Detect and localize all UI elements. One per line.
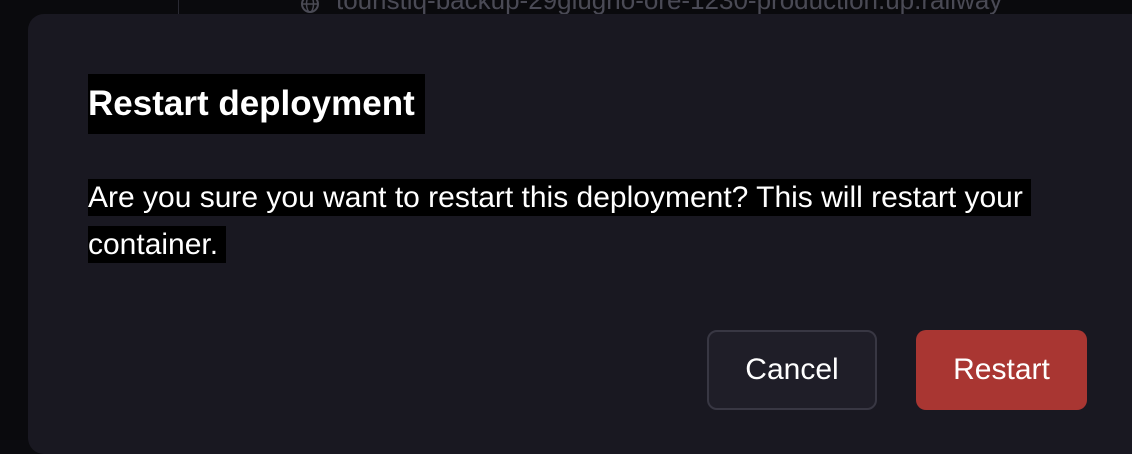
globe-icon [300, 0, 320, 13]
restart-deployment-dialog: Restart deployment Are you sure you want… [28, 14, 1132, 454]
restart-button[interactable]: Restart [916, 330, 1087, 410]
dialog-title: Restart deployment [88, 74, 425, 134]
dialog-message: Are you sure you want to restart this de… [88, 174, 1088, 268]
dialog-message-text: Are you sure you want to restart this de… [88, 179, 1031, 263]
background-divider [178, 0, 179, 14]
background-row: touristiq-backup-29giugno-ore-1230-produ… [300, 0, 1002, 15]
cancel-button[interactable]: Cancel [707, 330, 877, 410]
